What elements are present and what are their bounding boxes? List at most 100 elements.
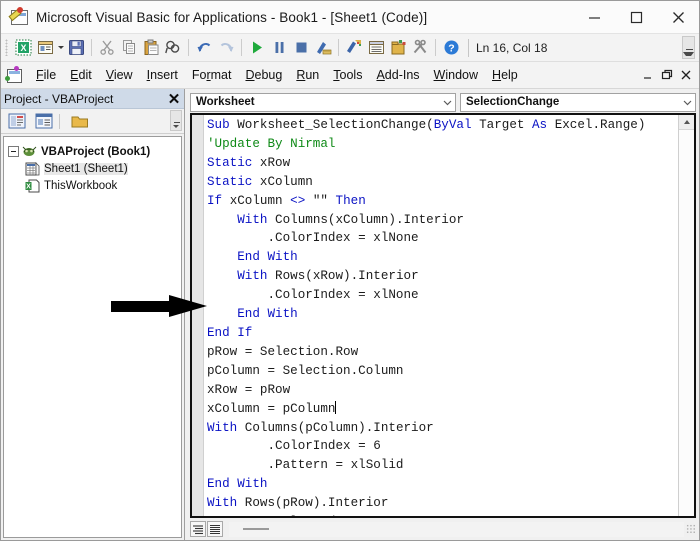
code-text: xColumn = pColumn: [207, 402, 335, 416]
code-line: 'Update By Nirmal: [204, 135, 678, 154]
object-dropdown[interactable]: Worksheet: [190, 93, 456, 112]
code-editor-window: Sub Worksheet_SelectionChange(ByVal Targ…: [190, 113, 696, 518]
project-tree[interactable]: VBAProject (Book1): [3, 136, 182, 538]
scroll-track[interactable]: [679, 130, 694, 516]
code-text: [207, 307, 237, 321]
toolbar-separator: [91, 39, 92, 56]
code-text: [207, 213, 237, 227]
code-text: pColumn = Selection.Column: [207, 364, 404, 378]
code-line: Static xRow: [204, 154, 678, 173]
object-browser-icon[interactable]: [387, 37, 409, 59]
menu-item-view[interactable]: View: [99, 66, 140, 84]
copy-icon[interactable]: [118, 37, 140, 59]
code-margin-indicator-bar[interactable]: [192, 115, 204, 516]
maximize-button[interactable]: [615, 1, 657, 33]
mdi-restore-button[interactable]: [659, 66, 675, 84]
chevron-down-icon[interactable]: [679, 94, 695, 111]
run-icon[interactable]: [246, 37, 268, 59]
design-mode-icon[interactable]: [312, 37, 334, 59]
menu-item-file[interactable]: File: [29, 66, 63, 84]
menu-item-addins[interactable]: Add-Ins: [369, 66, 426, 84]
redo-icon[interactable]: [215, 37, 237, 59]
menu-item-window[interactable]: Window: [427, 66, 485, 84]
project-explorer-icon[interactable]: [343, 37, 365, 59]
tree-item-label: ThisWorkbook: [44, 180, 117, 192]
view-object-icon[interactable]: [33, 111, 55, 131]
project-explorer-panel: Project - VBAProject ✕: [1, 89, 185, 540]
code-line: With Rows(pRow).Interior: [204, 494, 678, 513]
menu-item-debug[interactable]: Debug: [238, 66, 289, 84]
insert-dropdown-caret[interactable]: [56, 37, 65, 59]
toolbox-icon[interactable]: [409, 37, 431, 59]
code-keyword: Static: [207, 156, 260, 170]
project-explorer-title-bar: Project - VBAProject ✕: [1, 89, 184, 109]
code-keyword: End With: [237, 307, 297, 321]
code-keyword: ByVal: [434, 118, 479, 132]
code-line: pColumn = Selection.Column: [204, 362, 678, 381]
properties-window-icon[interactable]: [365, 37, 387, 59]
view-excel-icon[interactable]: X: [12, 37, 34, 59]
menu-item-help[interactable]: Help: [485, 66, 525, 84]
code-line: End If: [204, 324, 678, 343]
menu-item-tools[interactable]: Tools: [326, 66, 369, 84]
scroll-up-button[interactable]: [679, 115, 694, 130]
tree-item-vbaproject[interactable]: VBAProject (Book1): [4, 143, 181, 160]
code-line: xRow = pRow: [204, 381, 678, 400]
window-resize-grip[interactable]: [686, 524, 696, 534]
save-icon[interactable]: [65, 37, 87, 59]
menu-item-edit[interactable]: Edit: [63, 66, 99, 84]
mdi-close-button[interactable]: [678, 66, 694, 84]
code-line: xColumn = pColumn: [204, 400, 678, 419]
standard-toolbar: X: [1, 34, 699, 62]
insert-userform-icon[interactable]: [34, 37, 56, 59]
tree-expander-icon[interactable]: [8, 146, 19, 157]
toggle-folders-icon[interactable]: [69, 111, 91, 131]
view-code-icon[interactable]: [6, 111, 28, 131]
toolbar-overflow-button[interactable]: [682, 36, 695, 59]
project-explorer-close-button[interactable]: ✕: [164, 90, 184, 108]
help-icon[interactable]: ?: [440, 37, 462, 59]
menu-item-insert[interactable]: Insert: [140, 66, 185, 84]
reset-icon[interactable]: [290, 37, 312, 59]
menu-item-format[interactable]: Format: [185, 66, 239, 84]
project-toolbar-overflow-button[interactable]: [170, 110, 182, 131]
code-text: .ColorIndex = xlNone: [207, 231, 419, 245]
code-line: End With: [204, 475, 678, 494]
chevron-down-icon[interactable]: [439, 94, 455, 111]
code-text: pRow = Selection.Row: [207, 345, 358, 359]
close-button[interactable]: [657, 1, 699, 33]
paste-icon[interactable]: [140, 37, 162, 59]
toolbar-separator: [338, 39, 339, 56]
cut-icon[interactable]: [96, 37, 118, 59]
tree-item-sheet1[interactable]: Sheet1 (Sheet1): [4, 160, 181, 177]
mdi-minimize-button[interactable]: [640, 66, 656, 84]
code-keyword: Static: [207, 175, 260, 189]
vba-editor-window: Microsoft Visual Basic for Applications …: [0, 0, 700, 541]
svg-text:?: ?: [448, 42, 454, 54]
find-icon[interactable]: [162, 37, 184, 59]
code-vertical-scrollbar[interactable]: [678, 115, 694, 516]
horizontal-scroll-thumb[interactable]: [243, 528, 269, 530]
minimize-button[interactable]: [573, 1, 615, 33]
undo-icon[interactable]: [193, 37, 215, 59]
code-text-area[interactable]: Sub Worksheet_SelectionChange(ByVal Targ…: [204, 115, 678, 516]
menu-item-run[interactable]: Run: [289, 66, 326, 84]
procedure-dropdown-value: SelectionChange: [461, 96, 559, 108]
vba-control-menu-icon[interactable]: [4, 66, 23, 85]
code-line: .ColorIndex = xlNone: [204, 229, 678, 248]
code-horizontal-scrollbar[interactable]: [229, 522, 684, 537]
full-module-view-button[interactable]: [207, 521, 223, 537]
code-keyword: With: [237, 213, 275, 227]
code-dropdown-bar: Worksheet SelectionChange: [185, 91, 699, 113]
code-keyword: With: [237, 269, 275, 283]
code-text: "": [313, 194, 336, 208]
code-text: xColumn: [260, 175, 313, 189]
tree-item-label: Sheet1 (Sheet1): [44, 163, 128, 175]
break-icon[interactable]: [268, 37, 290, 59]
procedure-dropdown[interactable]: SelectionChange: [460, 93, 696, 112]
procedure-view-button[interactable]: [190, 521, 206, 537]
code-text: .Pattern = xlSolid: [207, 458, 404, 472]
toolbar-grip[interactable]: [5, 39, 8, 56]
vba-document-icon: [9, 7, 29, 27]
tree-item-thisworkbook[interactable]: X ThisWorkbook: [4, 177, 181, 194]
